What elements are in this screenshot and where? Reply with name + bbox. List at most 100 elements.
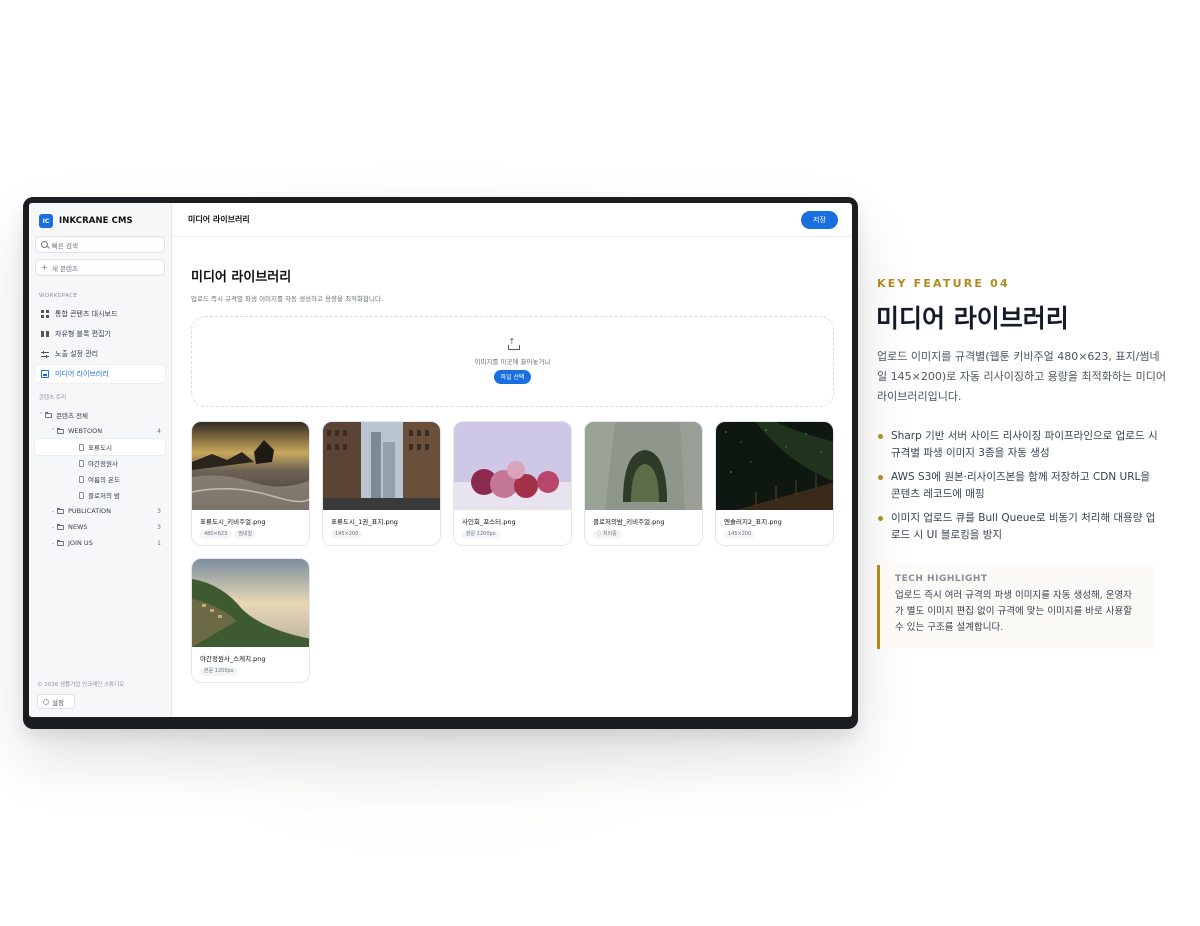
plus-icon: + bbox=[41, 262, 48, 272]
processing-tag: 처리중 bbox=[593, 530, 621, 539]
tree-folder-news[interactable]: - NEWS 3 bbox=[35, 519, 165, 535]
feature-bullets: Sharp 기반 서버 사이드 리사이징 파이프라인으로 업로드 시 규격별 파… bbox=[877, 428, 1162, 551]
tree-item-label: 여름의 온도 bbox=[88, 476, 120, 484]
brand[interactable]: IC INKCRANE CMS bbox=[35, 212, 165, 230]
tree-item-label: 표류도시 bbox=[88, 444, 112, 452]
document-icon bbox=[79, 475, 84, 483]
settings-label: 설정 bbox=[52, 698, 64, 707]
tree-item-label: 클로저의 밤 bbox=[88, 492, 120, 500]
tree-root-label: 콘텐츠 전체 bbox=[56, 412, 88, 420]
content-tree-label: 콘텐츠 트리 bbox=[39, 395, 67, 401]
media-thumbnail bbox=[323, 422, 440, 510]
tree-item-closer-night[interactable]: 클로저의 밤 bbox=[35, 487, 165, 503]
dropzone-text: 이미지를 이곳에 끌어놓거나 bbox=[474, 357, 551, 366]
media-card[interactable]: 엔솔러지2_표지.png 145×200 bbox=[715, 421, 834, 546]
media-thumbnail bbox=[454, 422, 571, 510]
content-tree: ˅ 콘텐츠 전체 ˅ WEBTOON 4 표류도시 야간정원사 여름의 온도 클… bbox=[35, 407, 165, 551]
media-card[interactable]: 표류도시_1권_표지.png 145×200 bbox=[322, 421, 441, 546]
nav-item-label: 통합 콘텐츠 대시보드 bbox=[55, 310, 118, 318]
media-card[interactable]: 클로저의밤_키비주얼.png 처리중 bbox=[584, 421, 703, 546]
tree-folder-webtoon[interactable]: ˅ WEBTOON 4 bbox=[35, 423, 165, 439]
nav-item-exposure-settings[interactable]: 노출 설정 관리 bbox=[35, 345, 165, 363]
media-thumbnail bbox=[192, 559, 309, 647]
media-card[interactable]: 표류도시_키비주얼.png 480×623 썸네일 bbox=[191, 421, 310, 546]
upload-dropzone[interactable]: 이미지를 이곳에 끌어놓거나 파일 선택 bbox=[191, 316, 834, 407]
upload-icon bbox=[507, 337, 520, 350]
size-tag: 480×623 bbox=[200, 530, 232, 539]
media-filename: 엔솔러지2_표지.png bbox=[724, 518, 782, 526]
tree-count: 4 bbox=[157, 427, 161, 435]
tree-root[interactable]: ˅ 콘텐츠 전체 bbox=[35, 407, 165, 423]
tree-count: 1 bbox=[157, 539, 161, 547]
blocks-icon bbox=[41, 330, 49, 338]
image-icon bbox=[41, 370, 49, 378]
document-icon bbox=[79, 443, 84, 451]
workspace-label: WORKSPACE bbox=[39, 293, 78, 299]
collapsed-icon: - bbox=[51, 523, 55, 531]
brand-name: INKCRANE CMS bbox=[59, 216, 133, 226]
tree-folder-label: WEBTOON bbox=[68, 427, 103, 435]
gear-icon bbox=[43, 698, 49, 705]
sliders-icon bbox=[41, 350, 49, 358]
folder-icon bbox=[57, 523, 64, 530]
sidebar-footer: © 2026 생플기업 인크레인 스튜디오 설정 bbox=[37, 680, 124, 709]
topbar: 미디어 라이브러리 저장 bbox=[172, 203, 852, 237]
file-select-button[interactable]: 파일 선택 bbox=[493, 369, 532, 384]
workspace-nav: 통합 콘텐츠 대시보드 자유형 블록 편집기 노출 설정 관리 미디어 라이브러… bbox=[35, 305, 165, 383]
save-button[interactable]: 저장 bbox=[801, 210, 838, 229]
document-icon bbox=[79, 491, 84, 499]
copyright: © 2026 생플기업 인크레인 스튜디오 bbox=[37, 682, 125, 688]
media-filename: 표류도시_1권_표지.png bbox=[331, 518, 398, 526]
media-thumbnail bbox=[716, 422, 833, 510]
folder-icon bbox=[57, 507, 64, 514]
feature-description: 업로드 이미지를 규격별(웹툰 키비주얼 480×623, 표지/썸네일 145… bbox=[877, 350, 1166, 403]
feature-bullet: 이미지 업로드 큐를 Bull Queue로 비동기 처리해 대용량 업로드 시… bbox=[877, 510, 1162, 544]
media-filename: 야간정원사_스케치.png bbox=[200, 655, 266, 663]
grid-icon bbox=[41, 310, 49, 318]
quick-search-input[interactable]: 빠른 검색 bbox=[35, 236, 165, 253]
tech-highlight-title: TECH HIGHLIGHT bbox=[895, 574, 988, 584]
size-tag: 본문 1200px bbox=[200, 667, 238, 676]
tree-item-summer-temp[interactable]: 여름의 온도 bbox=[35, 471, 165, 487]
media-card[interactable]: 야간정원사_스케치.png 본문 1200px bbox=[191, 558, 310, 683]
feature-bullet: AWS S3에 원본·리사이즈본을 함께 저장하고 CDN URL을 콘텐츠 레… bbox=[877, 469, 1162, 503]
search-placeholder: 빠른 검색 bbox=[52, 241, 78, 250]
brand-logo: IC bbox=[39, 214, 53, 228]
laptop-frame: IC INKCRANE CMS 빠른 검색 + 새 콘텐츠 WORKSPACE … bbox=[23, 197, 858, 729]
tree-item-pyoryu[interactable]: 표류도시 bbox=[35, 439, 165, 455]
media-thumbnail bbox=[192, 422, 309, 510]
feature-bullet: Sharp 기반 서버 사이드 리사이징 파이프라인으로 업로드 시 규격별 파… bbox=[877, 428, 1162, 462]
nav-item-dashboard[interactable]: 통합 콘텐츠 대시보드 bbox=[35, 305, 165, 323]
nav-item-label: 노출 설정 관리 bbox=[55, 350, 99, 358]
chevron-down-icon: ˅ bbox=[51, 427, 55, 435]
tech-highlight-box: TECH HIGHLIGHT 업로드 즉시 여러 규격의 파생 이미지를 자동 … bbox=[877, 565, 1154, 649]
media-card[interactable]: 사인회_포스터.png 본문 1200px bbox=[453, 421, 572, 546]
nav-item-media-library[interactable]: 미디어 라이브러리 bbox=[35, 365, 165, 383]
tree-folder-label: JOIN US bbox=[68, 539, 93, 547]
size-tag: 145×200 bbox=[331, 530, 363, 539]
size-tag: 145×200 bbox=[724, 530, 756, 539]
nav-item-label: 자유형 블록 편집기 bbox=[55, 330, 111, 338]
feature-title: 미디어 라이브러리 bbox=[876, 304, 1069, 333]
media-filename: 표류도시_키비주얼.png bbox=[200, 518, 266, 526]
tree-folder-publication[interactable]: - PUBLICATION 3 bbox=[35, 503, 165, 519]
search-icon bbox=[41, 241, 48, 248]
collapsed-icon: - bbox=[51, 507, 55, 515]
nav-item-block-editor[interactable]: 자유형 블록 편집기 bbox=[35, 325, 165, 343]
app-screen: IC INKCRANE CMS 빠른 검색 + 새 콘텐츠 WORKSPACE … bbox=[29, 203, 852, 717]
tree-folder-joinus[interactable]: - JOIN US 1 bbox=[35, 535, 165, 551]
size-tag: 썸네일 bbox=[234, 530, 257, 539]
main-content: 미디어 라이브러리 저장 미디어 라이브러리 업로드 즉시 규격별 파생 이미지… bbox=[172, 203, 852, 717]
tree-folder-label: NEWS bbox=[68, 523, 88, 531]
tree-count: 3 bbox=[157, 523, 161, 531]
tree-item-night-gardener[interactable]: 야간정원사 bbox=[35, 455, 165, 471]
page-description: 업로드 즉시 규격별 파생 이미지를 자동 생성하고 용량을 최적화합니다. bbox=[191, 295, 384, 303]
media-filename: 클로저의밤_키비주얼.png bbox=[593, 518, 665, 526]
sidebar: IC INKCRANE CMS 빠른 검색 + 새 콘텐츠 WORKSPACE … bbox=[29, 203, 172, 717]
document-icon bbox=[79, 459, 84, 467]
folder-icon bbox=[45, 411, 52, 418]
media-filename: 사인회_포스터.png bbox=[462, 518, 516, 526]
collapsed-icon: - bbox=[51, 539, 55, 547]
settings-button[interactable]: 설정 bbox=[37, 694, 75, 709]
new-content-button[interactable]: + 새 콘텐츠 bbox=[35, 259, 165, 276]
